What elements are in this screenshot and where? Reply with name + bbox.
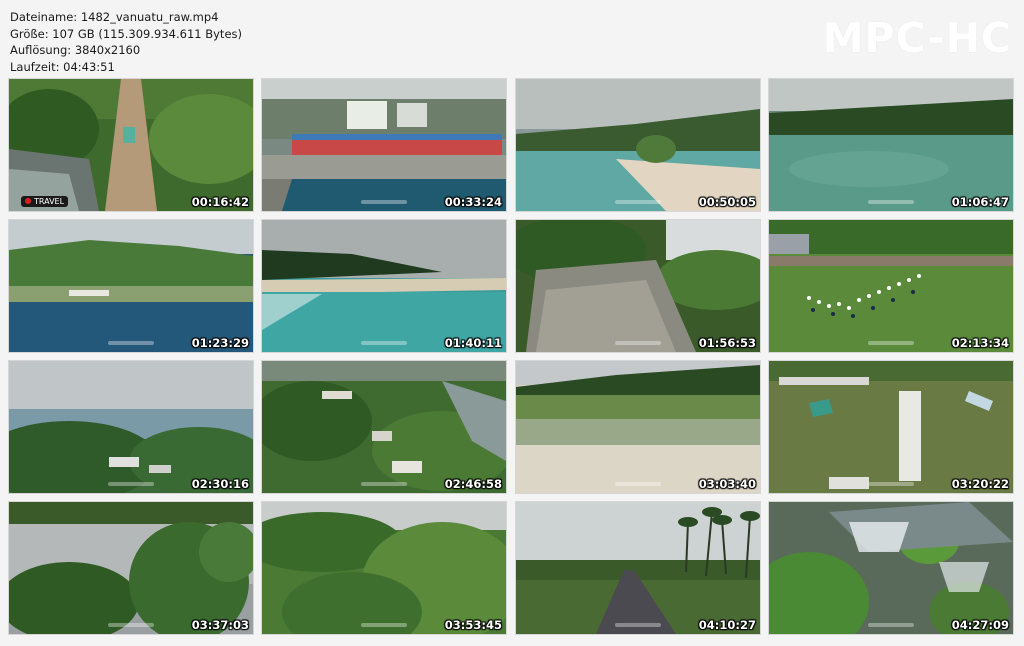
- rec-label: TRAVEL: [34, 197, 65, 206]
- timestamp-label: 03:03:40: [698, 477, 756, 491]
- thumbnail-grid: TRAVEL 00:16:42 00:33:24 00:50:05 01:06:…: [9, 79, 1013, 634]
- thumbnail-scene: [262, 361, 506, 493]
- timestamp-label: 03:53:45: [444, 618, 502, 632]
- thumbnail-scene: [262, 502, 506, 634]
- watermark: [108, 482, 154, 486]
- watermark: [361, 623, 407, 627]
- watermark: [615, 200, 661, 204]
- thumbnail-scene: [769, 502, 1013, 634]
- watermark: [361, 482, 407, 486]
- thumbnail-scene: [769, 220, 1013, 352]
- thumbnail-scene: [262, 79, 506, 211]
- thumbnail-1[interactable]: TRAVEL 00:16:42: [9, 79, 253, 211]
- thumbnail-10[interactable]: 02:46:58: [262, 361, 506, 493]
- thumbnail-6[interactable]: 01:40:11: [262, 220, 506, 352]
- thumbnail-16[interactable]: 04:27:09: [769, 502, 1013, 634]
- thumbnail-15[interactable]: 04:10:27: [516, 502, 760, 634]
- timestamp-label: 04:10:27: [698, 618, 756, 632]
- watermark: [108, 341, 154, 345]
- thumbnail-5[interactable]: 01:23:29: [9, 220, 253, 352]
- thumbnail-13[interactable]: 03:37:03: [9, 502, 253, 634]
- watermark: [615, 623, 661, 627]
- watermark: [868, 200, 914, 204]
- thumbnail-7[interactable]: 01:56:53: [516, 220, 760, 352]
- timestamp-label: 01:06:47: [951, 195, 1009, 209]
- thumbnail-scene: [262, 220, 506, 352]
- watermark: [615, 482, 661, 486]
- timestamp-label: 02:13:34: [951, 336, 1009, 350]
- timestamp-label: 04:27:09: [951, 618, 1009, 632]
- timestamp-label: 03:37:03: [191, 618, 249, 632]
- watermark: [615, 341, 661, 345]
- thumbnail-3[interactable]: 00:50:05: [516, 79, 760, 211]
- thumbnail-11[interactable]: 03:03:40: [516, 361, 760, 493]
- thumbnail-scene: [516, 361, 760, 493]
- timestamp-label: 03:20:22: [951, 477, 1009, 491]
- recording-badge: TRAVEL: [21, 196, 69, 207]
- thumbnail-2[interactable]: 00:33:24: [262, 79, 506, 211]
- watermark: [868, 341, 914, 345]
- thumbnail-scene: [516, 79, 760, 211]
- watermark: [868, 482, 914, 486]
- timestamp-label: 01:23:29: [191, 336, 249, 350]
- watermark: [868, 623, 914, 627]
- thumbnail-14[interactable]: 03:53:45: [262, 502, 506, 634]
- thumbnail-scene: [9, 502, 253, 634]
- file-info-panel: Dateiname: 1482_vanuatu_raw.mp4 Größe: 1…: [10, 9, 242, 75]
- thumbnail-9[interactable]: 02:30:16: [9, 361, 253, 493]
- thumbnail-scene: [769, 79, 1013, 211]
- timestamp-label: 00:33:24: [444, 195, 502, 209]
- thumbnail-scene: [516, 220, 760, 352]
- timestamp-label: 01:40:11: [444, 336, 502, 350]
- thumbnail-scene: [9, 220, 253, 352]
- watermark: [108, 623, 154, 627]
- app-logo: MPC-HC: [822, 14, 1012, 62]
- thumbnail-8[interactable]: 02:13:34: [769, 220, 1013, 352]
- filesize-text: Größe: 107 GB (115.309.934.611 Bytes): [10, 26, 242, 41]
- timestamp-label: 00:16:42: [191, 195, 249, 209]
- thumbnail-scene: [769, 361, 1013, 493]
- timestamp-label: 02:46:58: [444, 477, 502, 491]
- timestamp-label: 02:30:16: [191, 477, 249, 491]
- thumbnail-scene: [9, 361, 253, 493]
- timestamp-label: 01:56:53: [698, 336, 756, 350]
- watermark: [361, 341, 407, 345]
- thumbnail-12[interactable]: 03:20:22: [769, 361, 1013, 493]
- record-dot-icon: [25, 198, 31, 204]
- watermark: [361, 200, 407, 204]
- thumbnail-4[interactable]: 01:06:47: [769, 79, 1013, 211]
- resolution-text: Auflösung: 3840x2160: [10, 43, 141, 57]
- duration-text: Laufzeit: 04:43:51: [10, 59, 115, 74]
- filename-text: Dateiname: 1482_vanuatu_raw.mp4: [10, 10, 219, 24]
- thumbnail-scene: [9, 79, 253, 211]
- timestamp-label: 00:50:05: [698, 195, 756, 209]
- thumbnail-scene: [516, 502, 760, 634]
